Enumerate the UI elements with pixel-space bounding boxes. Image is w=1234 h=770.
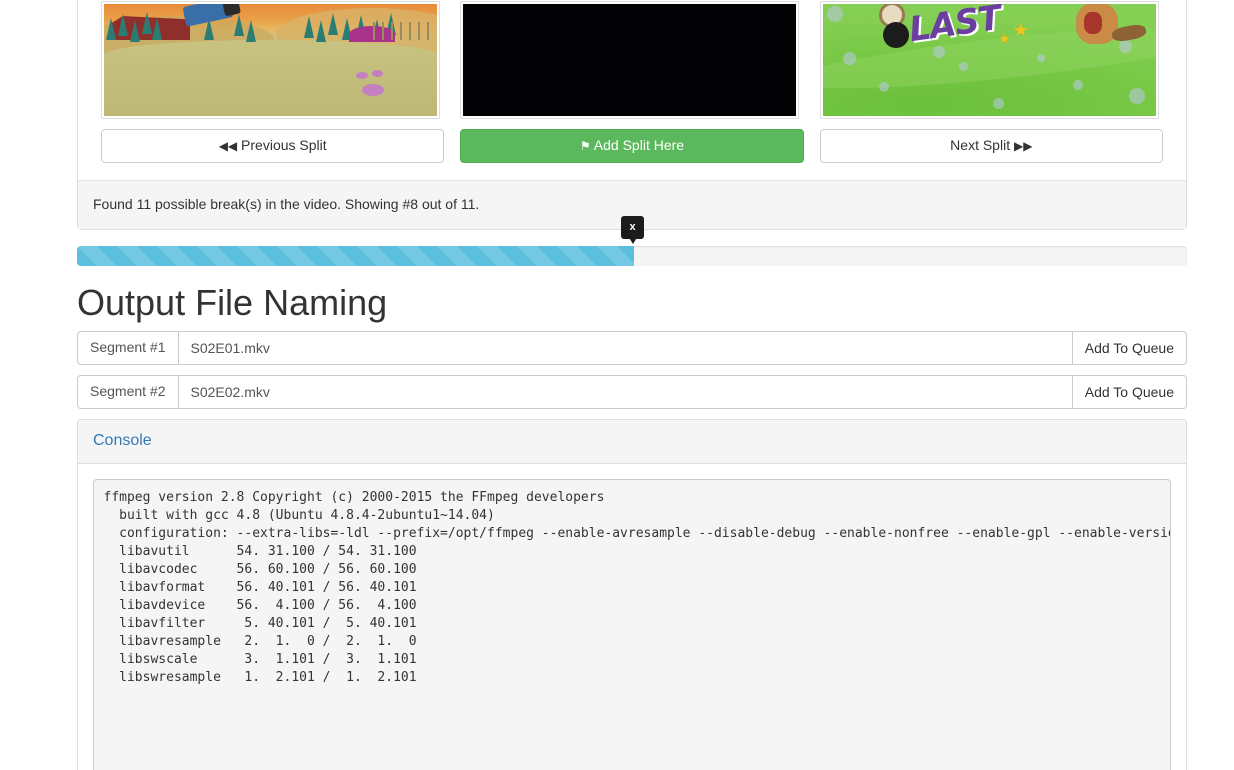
previous-split-label: Previous Split [241, 137, 327, 153]
add-split-cell: ⚑ Add Split Here [452, 129, 811, 163]
add-split-here-button[interactable]: ⚑ Add Split Here [460, 129, 803, 163]
split-preview-panel: LAST ★ ★ ◀◀ Previous Split ⚑ [77, 0, 1187, 230]
add-split-label: Add Split Here [594, 137, 684, 153]
console-output[interactable]: ffmpeg version 2.8 Copyright (c) 2000-20… [93, 479, 1171, 770]
thumbnail-cell-next: LAST ★ ★ [812, 1, 1171, 119]
segment-2-filename-input[interactable] [178, 375, 1073, 409]
next-split-button[interactable]: Next Split ▶▶ [820, 129, 1163, 163]
segment-row-2: Segment #2 Add To Queue [77, 375, 1187, 409]
current-frame-image [463, 4, 796, 116]
next-frame-image: LAST ★ ★ [823, 4, 1156, 116]
next-split-label: Next Split [950, 137, 1010, 153]
thumbnail-row: LAST ★ ★ [78, 0, 1186, 119]
backward-double-icon: ◀◀ [219, 139, 237, 153]
forward-double-icon: ▶▶ [1014, 139, 1032, 153]
console-panel-body: ffmpeg version 2.8 Copyright (c) 2000-20… [78, 464, 1186, 770]
flag-icon: ⚑ [580, 139, 591, 153]
previous-frame-thumbnail[interactable] [101, 1, 440, 119]
next-frame-thumbnail[interactable]: LAST ★ ★ [820, 1, 1159, 119]
video-timeline-progress-fill [77, 246, 634, 266]
console-toggle-link[interactable]: Console [93, 430, 152, 453]
current-frame-thumbnail[interactable] [460, 1, 799, 119]
split-marker-remove-button[interactable]: x [621, 216, 644, 239]
segment-row-1: Segment #1 Add To Queue [77, 331, 1187, 365]
console-panel: Console ffmpeg version 2.8 Copyright (c)… [77, 419, 1187, 770]
split-nav-buttons: ◀◀ Previous Split ⚑ Add Split Here Next … [78, 119, 1186, 163]
video-timeline-progress[interactable] [77, 246, 1187, 266]
thumbnail-cell-previous [93, 1, 452, 119]
previous-split-button[interactable]: ◀◀ Previous Split [101, 129, 444, 163]
segment-1-filename-input[interactable] [178, 331, 1073, 365]
thumbnail-cell-current [452, 1, 811, 119]
previous-split-cell: ◀◀ Previous Split [93, 129, 452, 163]
segment-2-label: Segment #2 [77, 375, 178, 409]
next-split-cell: Next Split ▶▶ [812, 129, 1171, 163]
page-title: Output File Naming [77, 283, 387, 323]
previous-frame-image [104, 4, 437, 116]
segment-1-label: Segment #1 [77, 331, 178, 365]
console-panel-heading: Console [78, 420, 1186, 464]
segment-1-add-to-queue-button[interactable]: Add To Queue [1073, 331, 1187, 365]
segment-2-add-to-queue-button[interactable]: Add To Queue [1073, 375, 1187, 409]
split-marker-strip: x [77, 216, 1187, 246]
